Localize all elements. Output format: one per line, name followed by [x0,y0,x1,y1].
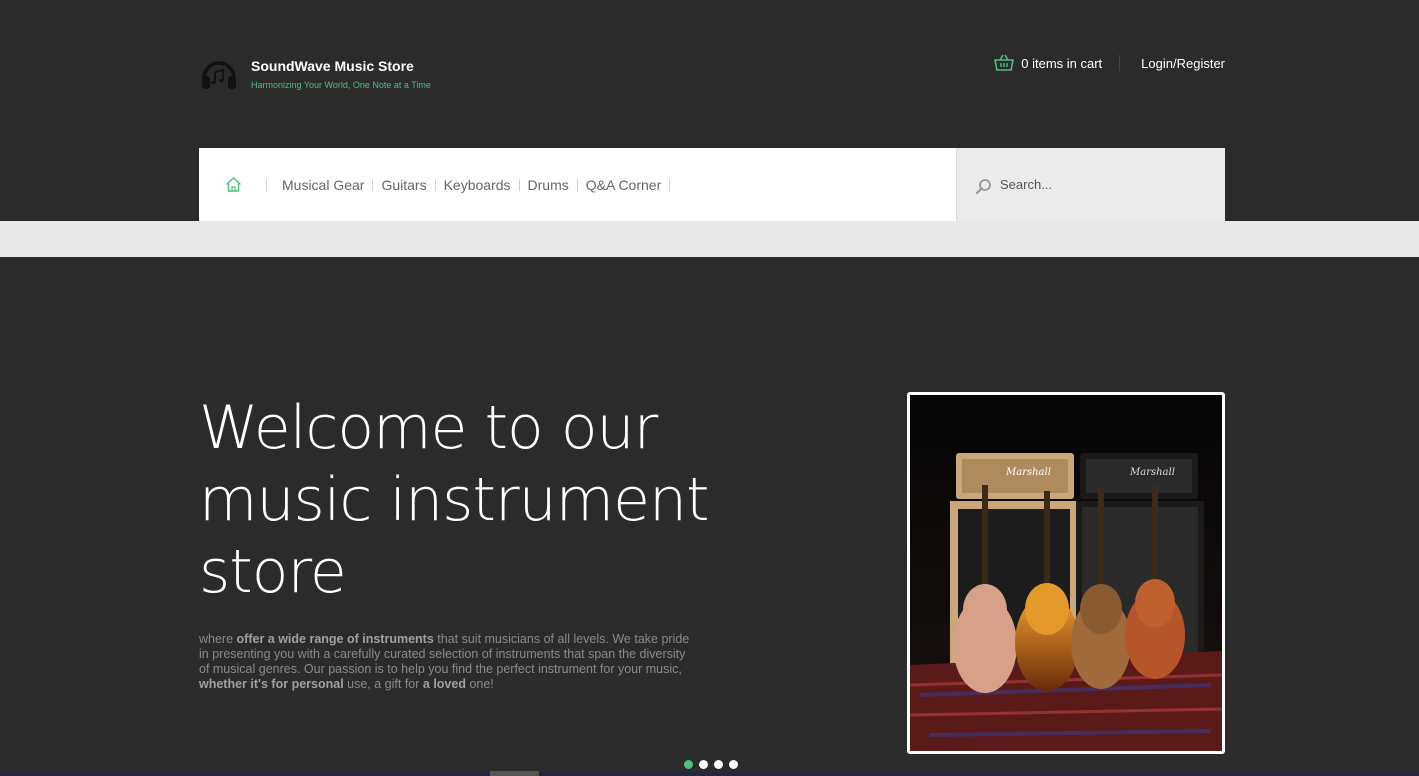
topbar-divider [1119,55,1121,71]
nav-divider [669,178,671,191]
nav-divider [372,178,374,191]
subheader-band [0,221,1419,257]
hero-body-emphasis: whether it's for personal [199,677,344,691]
main-nav: Musical Gear Guitars Keyboards Drums Q&A… [199,148,956,249]
nav-item-keyboards[interactable]: Keyboards [444,177,511,193]
slider-dot[interactable] [699,760,708,769]
search-box [956,148,1225,221]
search-input[interactable] [1000,177,1200,192]
cart-label: 0 items in cart [1021,55,1103,71]
hero-body-emphasis: a loved [422,677,466,691]
hero-body-text: use, a gift for [343,677,423,691]
nav-home[interactable] [225,176,242,249]
brand[interactable]: SoundWave Music Store Harmonizing Your W… [200,54,431,92]
nav-item-qa-corner[interactable]: Q&A Corner [586,177,661,193]
hero-body-emphasis: offer a wide range of instruments [236,632,434,646]
amp-brand-right: Marshall [1129,467,1175,478]
brand-tagline: Harmonizing Your World, One Note at a Ti… [251,80,431,90]
nav-item-musical-gear[interactable]: Musical Gear [282,177,364,193]
slider-dot[interactable] [714,760,723,769]
topbar: 0 items in cart Login/Register [994,52,1225,74]
guitars-amps-photo: Marshall Marshall [910,395,1222,751]
nav-item-drums[interactable]: Drums [528,177,569,193]
hero-image: Marshall Marshall [907,392,1225,754]
bottom-tab [490,771,539,776]
nav-divider [576,178,578,191]
slider-dots [684,760,738,769]
bottom-strip [0,772,1419,776]
hero-body-text: where [199,632,237,646]
slider-dot[interactable] [729,760,738,769]
basket-icon [994,54,1015,71]
nav-item-guitars[interactable]: Guitars [381,177,426,193]
brand-title: SoundWave Music Store [251,58,414,74]
cart-link[interactable]: 0 items in cart [994,54,1102,72]
hero-title: Welcome to our music instrument store [199,393,710,607]
hero-body: where offer a wide range of instruments … [199,632,699,692]
search-icon[interactable] [975,178,992,195]
home-icon [226,177,241,192]
headphones-icon [202,61,236,89]
login-register-link[interactable]: Login/Register [1141,56,1225,71]
nav-divider [266,178,267,191]
nav-divider [518,178,520,191]
amp-brand-left: Marshall [1005,467,1051,478]
slider-dot[interactable] [684,760,693,769]
nav-divider [434,178,436,191]
hero-body-text: one! [465,677,494,691]
